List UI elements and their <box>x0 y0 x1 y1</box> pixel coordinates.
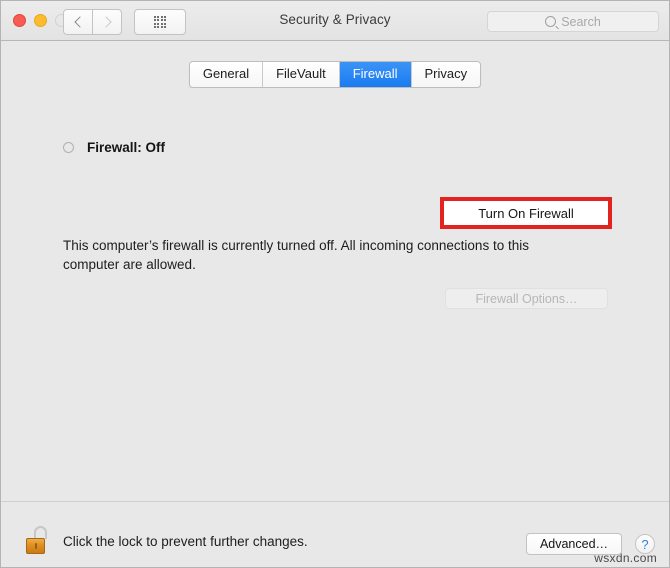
search-placeholder: Search <box>561 14 601 29</box>
search-input[interactable]: Search <box>487 11 659 32</box>
bottom-divider <box>1 501 669 502</box>
watermark-label: wsxdn.com <box>594 551 657 565</box>
lock-row: Click the lock to prevent further change… <box>25 526 308 556</box>
firewall-description: This computer’s firewall is currently tu… <box>63 238 529 272</box>
security-privacy-window: Security & Privacy Search General FileVa… <box>0 0 670 568</box>
firewall-pane: Firewall: Off Turn On Firewall This comp… <box>1 88 669 520</box>
tab-bar-container: General FileVault Firewall Privacy <box>1 41 669 88</box>
padlock-body <box>26 538 45 554</box>
search-icon <box>545 16 557 27</box>
status-dot-off-icon <box>63 142 74 153</box>
tab-general[interactable]: General <box>189 62 264 87</box>
lock-hint-label: Click the lock to prevent further change… <box>63 533 308 549</box>
bottom-bar: Click the lock to prevent further change… <box>1 501 669 567</box>
turn-on-firewall-button[interactable]: Turn On Firewall <box>448 205 604 221</box>
firewall-status-row: Firewall: Off <box>63 140 165 155</box>
tab-firewall[interactable]: Firewall <box>339 62 412 87</box>
padlock-open-icon[interactable] <box>25 526 51 556</box>
window-toolbar: Security & Privacy Search <box>1 1 669 41</box>
tab-filevault[interactable]: FileVault <box>263 62 340 87</box>
firewall-options-button[interactable]: Firewall Options… <box>445 288 608 309</box>
tab-privacy[interactable]: Privacy <box>411 62 481 87</box>
tab-bar: General FileVault Firewall Privacy <box>188 61 482 88</box>
firewall-status-label: Firewall: Off <box>87 140 166 155</box>
